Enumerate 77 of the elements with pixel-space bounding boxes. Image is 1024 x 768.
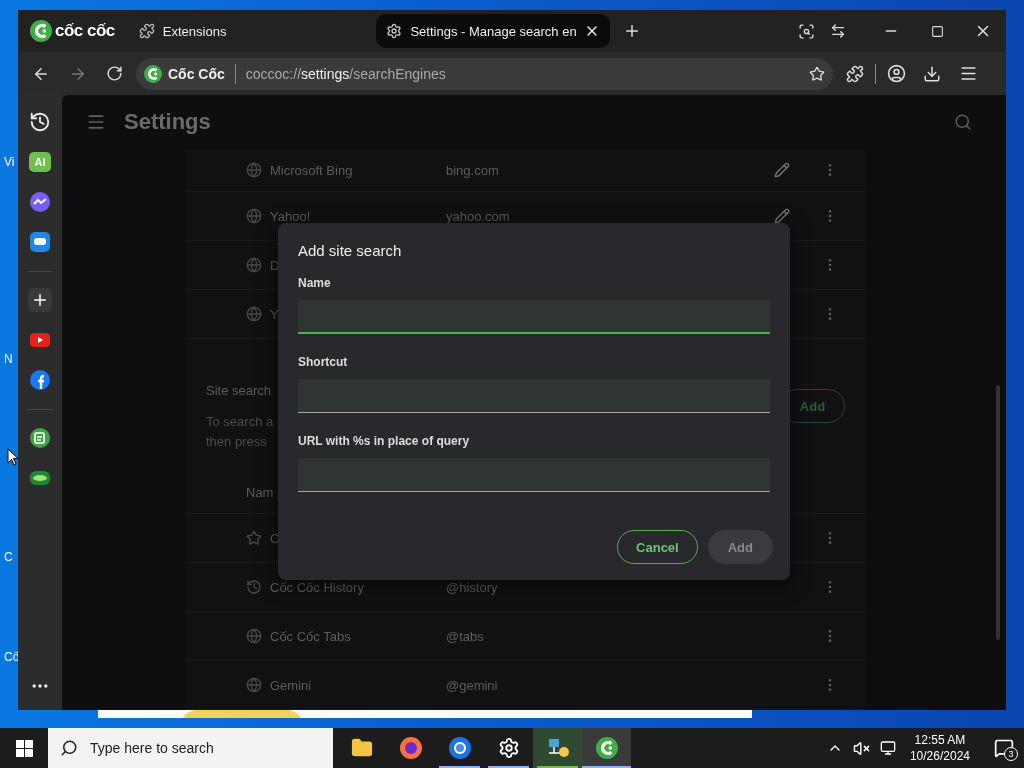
logo-icon <box>144 64 162 83</box>
reload-icon[interactable] <box>105 65 123 82</box>
cursor-icon <box>7 448 19 466</box>
add-button[interactable] <box>28 288 52 312</box>
social-app-icon[interactable] <box>29 369 51 391</box>
browser-tab[interactable]: Extensions <box>128 14 237 48</box>
site-name: C <box>270 530 281 546</box>
globe-icon <box>246 628 262 644</box>
history-icon[interactable] <box>29 111 51 133</box>
chat-app-icon[interactable] <box>29 231 51 253</box>
section-title: Site search <box>206 382 273 400</box>
engine-name: Y <box>270 306 280 322</box>
desktop-label: N <box>4 352 13 366</box>
download-icon[interactable] <box>923 64 941 83</box>
section-description: then press <box>206 433 268 451</box>
volume-muted-icon[interactable] <box>852 739 870 757</box>
input-field[interactable] <box>298 379 770 413</box>
globe-icon <box>246 208 262 224</box>
puzzle-icon <box>138 23 155 39</box>
field-label: Name <box>298 275 332 291</box>
clock-date: 10/26/2024 <box>909 748 970 764</box>
globe-icon <box>246 257 262 273</box>
star-icon <box>246 530 262 546</box>
edit-icon[interactable] <box>774 162 790 178</box>
gear-icon <box>386 23 403 39</box>
screen-search-icon[interactable] <box>797 22 815 40</box>
maximize-icon[interactable] <box>930 24 944 38</box>
desktop-label: Vi <box>4 155 15 169</box>
browser-tab[interactable]: Settings - Manage search en <box>376 14 611 48</box>
edit-icon[interactable] <box>774 208 790 224</box>
engine-url: bing.com <box>446 162 500 178</box>
profile-icon[interactable] <box>886 64 906 83</box>
note-app-icon[interactable] <box>29 427 51 449</box>
desktop-label: C <box>4 550 13 564</box>
site-name: Cốc Cốc <box>168 65 225 82</box>
network-icon[interactable] <box>879 740 896 756</box>
search-icon <box>60 739 78 757</box>
address-bar[interactable]: Cốc Cốc coccoc://settings/searchEngines <box>136 57 833 90</box>
site-shortcut: @gemini <box>446 677 499 693</box>
globe-icon <box>246 306 262 322</box>
engine-name: Yahoo! <box>270 208 312 224</box>
dialog-title: Add site search <box>298 241 403 261</box>
arrows-icon[interactable] <box>830 23 846 39</box>
history-icon <box>246 579 262 595</box>
globe-icon <box>246 162 262 178</box>
menu-icon[interactable] <box>958 64 978 83</box>
windows-logo-icon[interactable] <box>15 739 33 757</box>
input-field[interactable] <box>298 458 770 492</box>
brand-name: cốc cốc <box>55 21 115 41</box>
url-text: coccoc://settings/searchEngines <box>245 65 447 82</box>
chat-bubble-icon[interactable] <box>29 191 51 213</box>
site-shortcut: @tabs <box>446 628 485 644</box>
browser-icon[interactable] <box>447 736 472 760</box>
input-field[interactable] <box>298 300 770 334</box>
site-name: Gemini <box>270 677 313 693</box>
gear-icon[interactable] <box>497 737 520 759</box>
column-header: Nam <box>246 485 275 500</box>
notification-count: 3 <box>1004 747 1018 761</box>
field-label: Shortcut <box>298 354 349 370</box>
clock-time: 12:55 AM <box>914 732 966 748</box>
puzzle-icon[interactable] <box>846 64 864 83</box>
folder-icon[interactable] <box>350 737 373 759</box>
site-name: Cốc Cốc Tabs <box>270 628 352 644</box>
plus-icon <box>31 291 49 309</box>
site-name: Cốc Cốc History <box>270 579 365 595</box>
field-label: URL with %s in place of query <box>298 433 471 449</box>
globe-icon <box>246 677 262 693</box>
page-title: Settings <box>124 109 212 135</box>
bookmark-star-icon[interactable] <box>809 65 825 82</box>
browser-icon[interactable] <box>398 736 423 760</box>
engine-url: yahoo.com <box>446 208 511 224</box>
logo-icon <box>595 737 618 759</box>
logo-icon <box>30 20 52 42</box>
taskbar-search-field[interactable]: Type here to search <box>48 728 333 768</box>
site-shortcut: @history <box>446 579 499 595</box>
engine-name: Microsoft Bing <box>270 162 354 178</box>
search-icon[interactable] <box>954 113 972 131</box>
